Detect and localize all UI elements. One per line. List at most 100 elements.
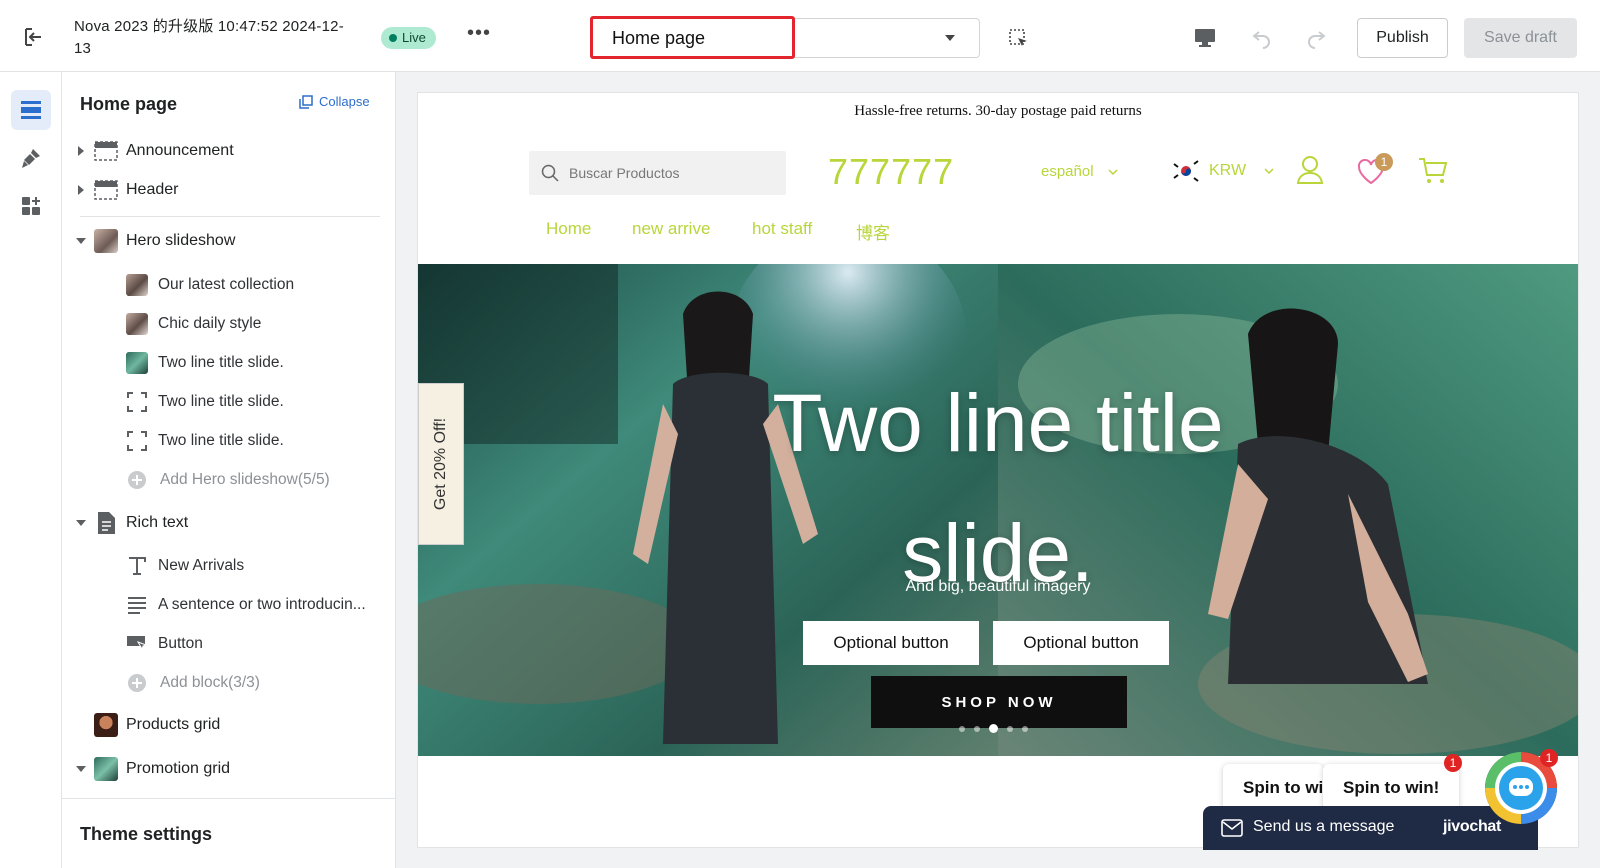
hero-slide-item[interactable]: Two line title slide. bbox=[62, 384, 396, 420]
chat-launcher-button[interactable]: 1 bbox=[1484, 749, 1558, 825]
spin-notification-badge: 1 bbox=[1444, 754, 1462, 772]
undo-icon[interactable] bbox=[1250, 26, 1274, 50]
add-circle-icon bbox=[128, 674, 146, 692]
discount-tab-label: Get 20% Off! bbox=[432, 417, 449, 511]
rich-text-block[interactable]: New Arrivals bbox=[62, 548, 396, 584]
spin-to-win-popup[interactable]: Spin to win! bbox=[1323, 764, 1459, 810]
slide-dot[interactable] bbox=[1022, 725, 1028, 732]
hero-thumbnail bbox=[94, 229, 118, 253]
shop-now-button[interactable]: SHOP NOW bbox=[871, 676, 1127, 728]
section-header[interactable]: Header bbox=[62, 172, 396, 208]
nav-link-hot-staff[interactable]: hot staff bbox=[752, 219, 812, 239]
annotation-highlight-box bbox=[590, 16, 795, 59]
add-hero-slide-button[interactable]: Add Hero slideshow(5/5) bbox=[62, 462, 396, 498]
hero-slide-item[interactable]: Chic daily style bbox=[62, 306, 396, 342]
save-draft-button[interactable]: Save draft bbox=[1464, 18, 1577, 58]
language-selector[interactable]: español bbox=[1041, 163, 1118, 180]
account-icon[interactable] bbox=[1296, 155, 1324, 185]
section-announcement[interactable]: Announcement bbox=[62, 133, 396, 169]
status-label: Live bbox=[402, 30, 426, 45]
sections-sidebar: Home page Collapse Announcement Header H… bbox=[62, 72, 396, 868]
slide-dot[interactable] bbox=[959, 725, 965, 732]
hero-optional-button-2[interactable]: Optional button bbox=[993, 621, 1169, 665]
slide-thumbnail bbox=[126, 313, 148, 335]
theme-settings-link[interactable]: Theme settings bbox=[80, 824, 212, 845]
caret-down-icon bbox=[76, 238, 86, 244]
announcement-bar[interactable]: Hassle-free returns. 30-day postage paid… bbox=[418, 93, 1578, 129]
slide-dot[interactable] bbox=[1007, 725, 1013, 732]
section-hero-slideshow[interactable]: Hero slideshow bbox=[62, 223, 396, 259]
hero-slide-item[interactable]: Our latest collection bbox=[62, 267, 396, 303]
caret-down-icon bbox=[76, 766, 86, 772]
chevron-down-icon bbox=[945, 35, 955, 41]
rail-theme-button[interactable] bbox=[11, 138, 51, 178]
text-type-icon bbox=[129, 557, 146, 575]
collapse-label: Collapse bbox=[319, 94, 370, 109]
currency-label: KRW bbox=[1209, 162, 1247, 179]
section-rich-text[interactable]: Rich text bbox=[62, 505, 396, 541]
caret-right-icon bbox=[78, 146, 84, 156]
nav-link-home[interactable]: Home bbox=[546, 219, 591, 239]
collapse-icon bbox=[299, 94, 313, 109]
button-block-icon bbox=[127, 636, 148, 651]
sidebar-title: Home page bbox=[80, 94, 178, 114]
section-label: Products grid bbox=[126, 716, 221, 733]
discount-side-tab[interactable]: Get 20% Off! bbox=[418, 383, 464, 545]
hero-slide-item[interactable]: Two line title slide. bbox=[62, 423, 396, 459]
chat-notification-badge: 1 bbox=[1540, 749, 1558, 767]
add-label: Add block(3/3) bbox=[160, 674, 260, 691]
rail-sections-button[interactable] bbox=[11, 90, 51, 130]
slide-label: Two line title slide. bbox=[158, 354, 284, 371]
empty-image-icon bbox=[127, 392, 147, 412]
rail-apps-button[interactable] bbox=[11, 186, 51, 226]
empty-image-icon bbox=[127, 431, 147, 451]
redo-icon[interactable] bbox=[1304, 26, 1328, 50]
slide-label: Two line title slide. bbox=[158, 432, 284, 449]
rich-text-block[interactable]: A sentence or two introducin... bbox=[62, 587, 396, 623]
hero-optional-button-1[interactable]: Optional button bbox=[803, 621, 979, 665]
wishlist-count-badge: 1 bbox=[1375, 153, 1393, 171]
search-placeholder: Buscar Productos bbox=[569, 165, 680, 181]
editor-rail bbox=[0, 72, 62, 868]
language-label: español bbox=[1041, 163, 1094, 180]
block-label: New Arrivals bbox=[158, 557, 245, 574]
section-label: Announcement bbox=[126, 142, 234, 159]
block-label: Button bbox=[158, 635, 203, 652]
slide-label: Our latest collection bbox=[158, 276, 295, 293]
live-dot-icon bbox=[389, 34, 397, 42]
spin-to-win-popup[interactable]: Spin to win! bbox=[1223, 764, 1323, 810]
section-label: Header bbox=[126, 181, 179, 198]
store-logo[interactable]: 777777 bbox=[828, 151, 954, 193]
wishlist-button[interactable]: 1 bbox=[1357, 153, 1393, 187]
desktop-icon[interactable] bbox=[1193, 27, 1217, 49]
add-block-button[interactable]: Add block(3/3) bbox=[62, 665, 396, 701]
more-actions-button[interactable]: ••• bbox=[466, 23, 492, 46]
section-label: Rich text bbox=[126, 514, 189, 531]
slide-dot-active[interactable] bbox=[989, 724, 998, 733]
store-name: Nova 2023 的升级版 10:47:52 2024-12-13 bbox=[74, 18, 344, 57]
publish-button[interactable]: Publish bbox=[1357, 18, 1448, 58]
paintbrush-icon bbox=[22, 149, 40, 168]
collapse-button[interactable]: Collapse bbox=[299, 94, 370, 109]
inspect-icon[interactable] bbox=[1008, 28, 1030, 50]
editor-topbar: Nova 2023 的升级版 10:47:52 2024-12-13 Live … bbox=[0, 0, 1600, 72]
document-icon bbox=[98, 512, 115, 534]
cart-icon[interactable] bbox=[1418, 157, 1448, 185]
section-products-grid[interactable]: Products grid bbox=[62, 707, 396, 743]
products-thumbnail bbox=[94, 713, 118, 737]
section-label: Hero slideshow bbox=[126, 232, 236, 249]
section-promotion-grid[interactable]: Promotion grid bbox=[62, 751, 396, 787]
apps-icon bbox=[22, 197, 40, 215]
hero-slide-item[interactable]: Two line title slide. bbox=[62, 345, 396, 381]
add-label: Add Hero slideshow(5/5) bbox=[160, 471, 330, 488]
status-badge: Live bbox=[381, 27, 436, 49]
nav-link-blog[interactable]: 博客 bbox=[856, 219, 890, 244]
rich-text-block[interactable]: Button bbox=[62, 626, 396, 662]
search-input[interactable]: Buscar Productos bbox=[529, 151, 786, 195]
currency-selector[interactable]: KRW bbox=[1171, 160, 1274, 182]
add-circle-icon bbox=[128, 471, 146, 489]
caret-right-icon bbox=[78, 185, 84, 195]
slide-dot[interactable] bbox=[974, 725, 980, 732]
exit-icon[interactable] bbox=[22, 26, 44, 48]
nav-link-new-arrive[interactable]: new arrive bbox=[632, 219, 710, 239]
